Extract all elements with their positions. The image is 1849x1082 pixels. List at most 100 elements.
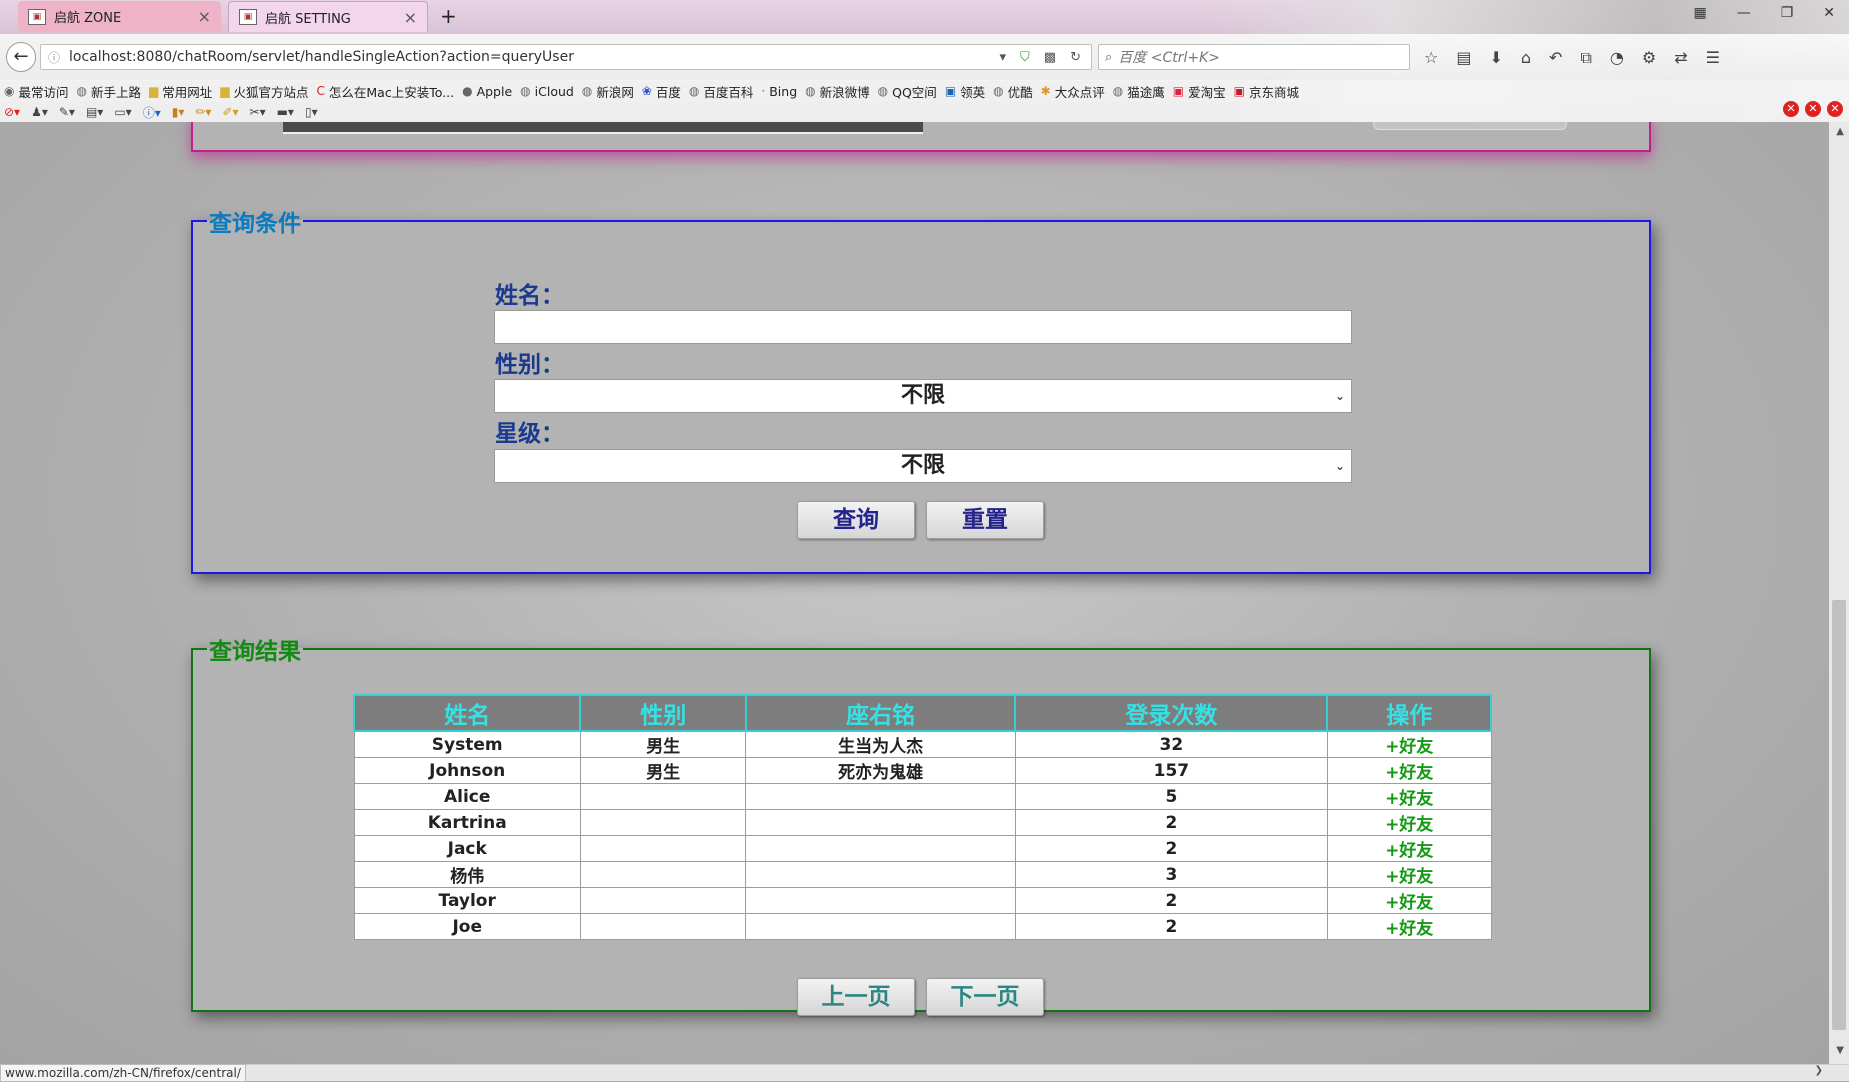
header-button[interactable] — [1373, 122, 1567, 130]
user-icon[interactable]: ♟▾ — [31, 105, 48, 119]
chevron-right-icon[interactable]: ❯ — [1815, 1065, 1823, 1076]
star-select[interactable]: 不限 ⌄ — [494, 449, 1352, 483]
sync-icon[interactable]: ⇄ — [1674, 48, 1687, 68]
column-header-name: 姓名 — [352, 694, 582, 732]
query-button[interactable]: 查询 — [797, 501, 915, 539]
add-friend-link[interactable]: +好友 — [1326, 730, 1492, 758]
add-friend-link[interactable]: +好友 — [1326, 861, 1492, 888]
pencil-icon[interactable]: ✏▾ — [195, 105, 211, 119]
gender-select[interactable]: 不限 ⌄ — [494, 379, 1352, 413]
add-friend-link[interactable]: +好友 — [1326, 913, 1492, 940]
bookmark-item[interactable]: ◍ QQ空间 — [878, 82, 937, 101]
bookmark-item[interactable]: ◍ 新手上路 — [77, 82, 142, 101]
gender-select-value: 不限 — [900, 383, 945, 408]
scroll-up-icon[interactable]: ▲ — [1836, 126, 1844, 137]
bookmark-item[interactable]: ❀ 百度 — [642, 82, 681, 101]
close-window-icon[interactable]: ✕ — [1823, 5, 1835, 21]
bookmark-item[interactable]: ◍ 百度百科 — [689, 82, 754, 101]
restore-icon[interactable]: ❐ — [1781, 5, 1794, 21]
next-page-button[interactable]: 下一页 — [926, 978, 1044, 1016]
name-label: 姓名： — [495, 283, 564, 309]
jd-icon: ▣ — [1233, 84, 1245, 98]
page-icon[interactable]: ▯▾ — [305, 105, 318, 119]
scroll-down-icon[interactable]: ▼ — [1836, 1045, 1844, 1056]
pen-icon[interactable]: ✎▾ — [59, 105, 75, 119]
prev-page-button[interactable]: 上一页 — [797, 978, 915, 1016]
globe-icon: ◍ — [1112, 84, 1124, 98]
bookmark-item[interactable]: ● Apple — [462, 84, 512, 99]
bookmark-item[interactable]: · Bing — [761, 84, 797, 99]
qr-code-icon[interactable]: ▩ — [1044, 50, 1056, 65]
terminal-icon[interactable]: ▬▾ — [277, 105, 294, 119]
chat-icon[interactable]: ◔ — [1610, 48, 1624, 68]
add-friend-link[interactable]: +好友 — [1326, 809, 1492, 836]
bookmark-star-icon[interactable]: ☆ — [1424, 48, 1438, 68]
tab-setting[interactable]: ▣ 启航 SETTING × — [228, 1, 428, 32]
close-tab-icon[interactable]: × — [404, 8, 417, 27]
bookmark-item[interactable]: ◍ 新浪微博 — [805, 82, 870, 101]
bookmark-item[interactable]: ▆ 火狐官方站点 — [220, 82, 308, 101]
home-icon[interactable]: ⌂ — [1521, 48, 1531, 68]
url-text[interactable]: localhost:8080/chatRoom/servlet/handleSi… — [69, 49, 574, 65]
new-tab-icon[interactable]: + — [440, 4, 457, 28]
bookmark-item[interactable]: ◍ 新浪网 — [582, 82, 634, 101]
reload-icon[interactable]: ↻ — [1070, 50, 1081, 65]
info-circle-icon[interactable]: ⓘ▾ — [143, 104, 161, 121]
bookmark-item[interactable]: ▣ 领英 — [945, 82, 985, 101]
cell-login-count: 2 — [1014, 913, 1328, 940]
close-icon[interactable]: ✕ — [1783, 101, 1799, 117]
add-friend-link[interactable]: +好友 — [1326, 887, 1492, 914]
toolbar-icons: ☆ ▤ ⬇ ⌂ ↶ ⧉ ◔ ⚙ ⇄ ☰ — [1424, 48, 1720, 68]
bookmark-item[interactable]: ◍ 猫途鹰 — [1113, 82, 1165, 101]
close-icon[interactable]: ✕ — [1827, 101, 1843, 117]
info-icon[interactable]: ⓘ — [45, 49, 63, 66]
search-placeholder[interactable]: 百度 <Ctrl+K> — [1118, 47, 1220, 67]
download-icon[interactable]: ⬇ — [1489, 48, 1502, 68]
bookmark-item[interactable]: ▣ 京东商城 — [1234, 82, 1299, 101]
star-select-value: 不限 — [900, 453, 945, 478]
bookmark-item[interactable]: ✱ 大众点评 — [1041, 82, 1105, 101]
column-header-gender: 性别 — [579, 694, 747, 732]
bookmark-item[interactable]: ◍ iCloud — [520, 84, 574, 99]
image-icon[interactable]: ▭▾ — [114, 105, 131, 119]
back-arrow-icon[interactable]: ← — [6, 42, 36, 72]
book-icon[interactable]: ▮▾ — [172, 105, 185, 119]
shield-icon[interactable]: ⛉ — [1020, 50, 1030, 65]
scrollbar-thumb[interactable] — [1832, 600, 1846, 1030]
block-icon[interactable]: ⊘▾ — [4, 105, 20, 119]
search-box[interactable]: ⌕ 百度 <Ctrl+K> — [1098, 44, 1410, 70]
bookmark-item[interactable]: C 怎么在Mac上安装To... — [317, 82, 455, 101]
bookmark-item[interactable]: ◍ 优酷 — [993, 82, 1033, 101]
bookmark-item[interactable]: ▣ 爱淘宝 — [1173, 82, 1226, 101]
undo-icon[interactable]: ↶ — [1549, 48, 1562, 68]
add-friend-link[interactable]: +好友 — [1326, 835, 1492, 862]
add-friend-link[interactable]: +好友 — [1326, 783, 1492, 810]
cell-gender: 男生 — [579, 757, 747, 784]
dropdown-arrow-icon[interactable]: ▾ — [1000, 50, 1007, 65]
addon-icon[interactable]: ⚙ — [1642, 48, 1656, 68]
name-input[interactable] — [494, 310, 1352, 344]
close-icon[interactable]: ✕ — [1805, 101, 1821, 117]
reset-button[interactable]: 重置 — [926, 501, 1044, 539]
minimize-icon[interactable]: — — [1737, 5, 1751, 21]
tab-groups-icon[interactable]: ▦ — [1693, 5, 1706, 21]
table-row: System 男生 生当为人杰 32 +好友 — [353, 730, 1492, 758]
tools-icon[interactable]: ✂▾ — [250, 105, 266, 119]
cell-motto — [745, 809, 1016, 836]
clipboard-icon[interactable]: ▤▾ — [86, 105, 103, 119]
reading-list-icon[interactable]: ▤ — [1456, 48, 1471, 68]
table-header-row: 姓名 性别 座右铭 登录次数 操作 — [352, 694, 1492, 732]
cell-login-count: 2 — [1014, 835, 1328, 862]
tab-zone[interactable]: ▣ 启航 ZONE × — [18, 1, 221, 32]
screenshot-icon[interactable]: ⧉ — [1580, 48, 1591, 68]
bookmark-item[interactable]: ◉ 最常访问 — [4, 82, 69, 101]
add-friend-link[interactable]: +好友 — [1326, 757, 1492, 784]
globe-icon: ◍ — [76, 84, 87, 98]
folder-icon: ▆ — [149, 84, 159, 98]
menu-icon[interactable]: ☰ — [1706, 48, 1720, 68]
ruler-icon[interactable]: ✐▾ — [222, 105, 238, 119]
close-tab-icon[interactable]: × — [198, 7, 211, 26]
address-bar[interactable]: ⓘ localhost:8080/chatRoom/servlet/handle… — [40, 44, 1092, 70]
linkedin-icon: ▣ — [944, 84, 957, 98]
bookmark-item[interactable]: ▆ 常用网址 — [149, 82, 212, 101]
